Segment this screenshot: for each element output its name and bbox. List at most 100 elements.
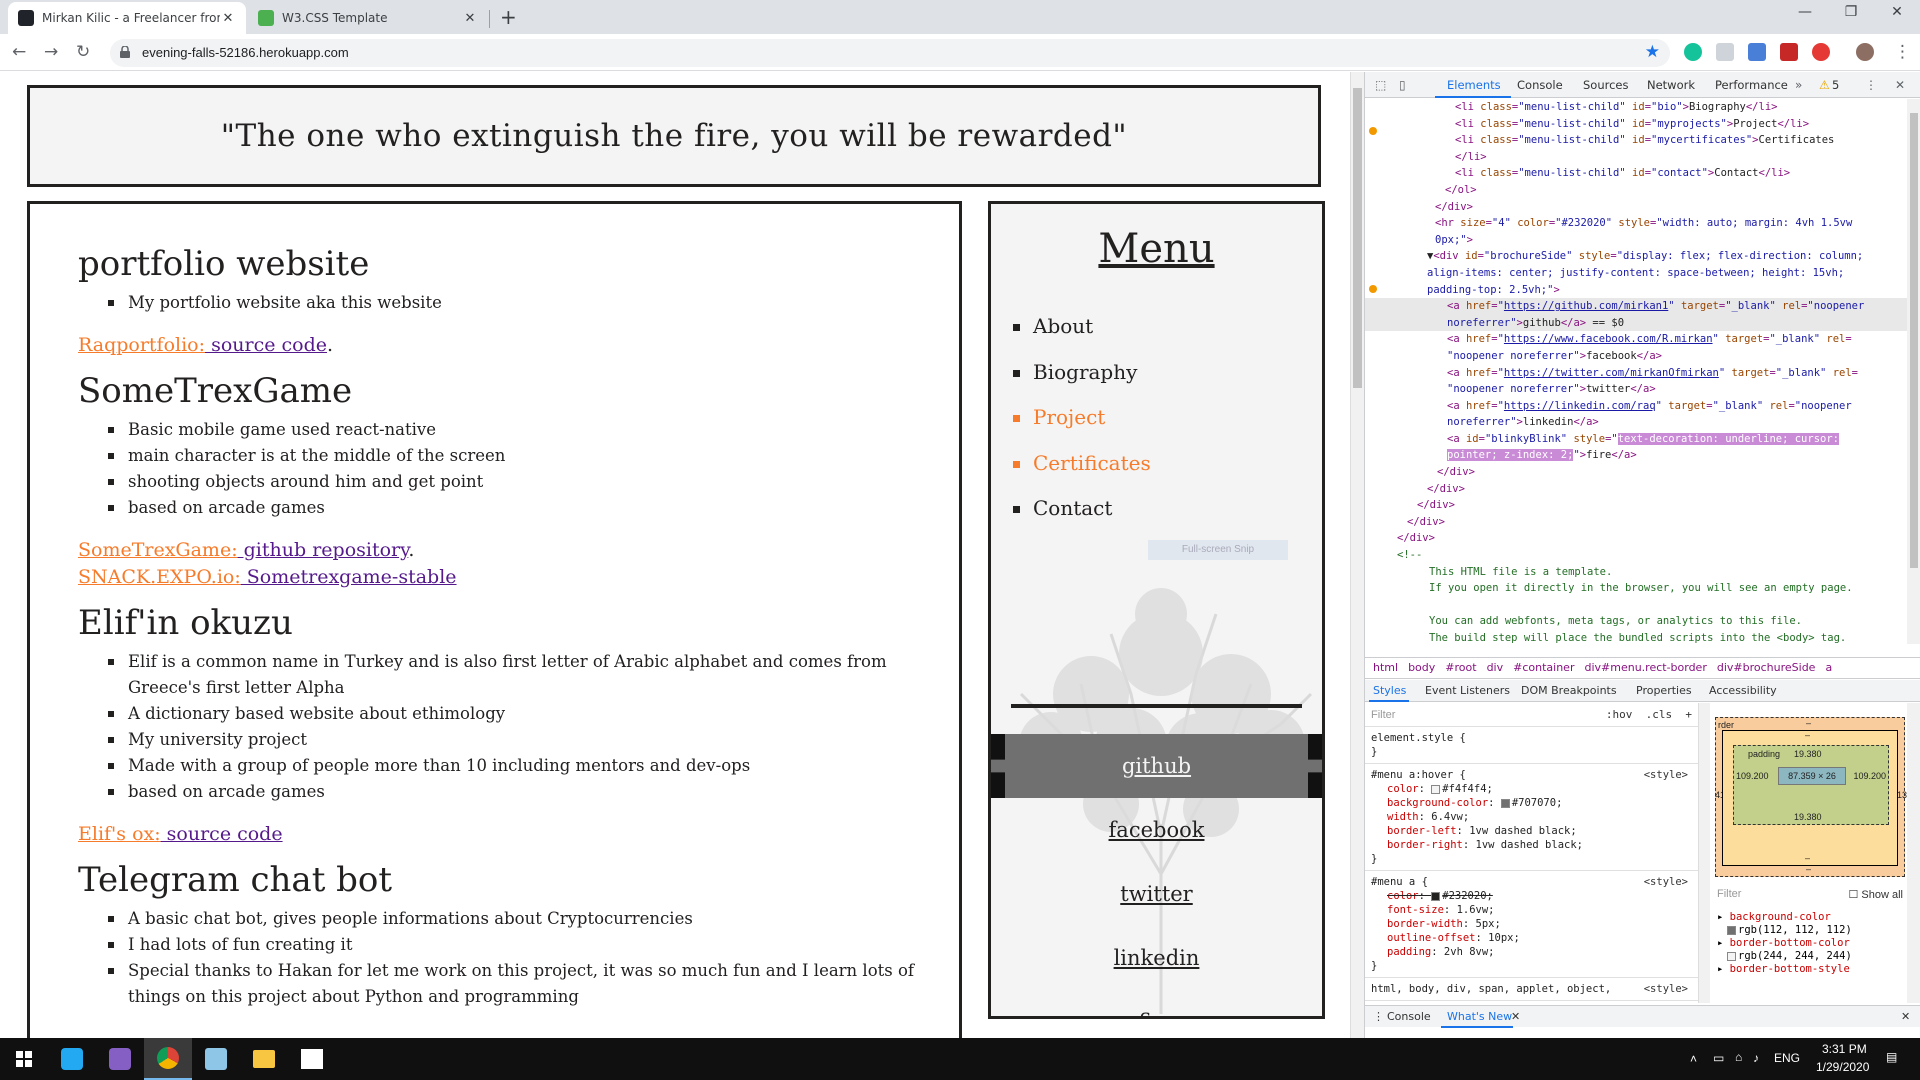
- rule-source[interactable]: <style>: [1644, 982, 1688, 996]
- scroll-thumb[interactable]: [1353, 88, 1362, 388]
- menu-item-certificates[interactable]: Certificates: [1013, 441, 1151, 487]
- subtab-dom-breakpoints[interactable]: DOM Breakpoints: [1521, 684, 1617, 697]
- css-property[interactable]: color: #f4f4f4;: [1371, 782, 1692, 796]
- computed-scrollbar[interactable]: [1907, 703, 1920, 1003]
- dom-line[interactable]: If you open it directly in the browser, …: [1365, 580, 1907, 597]
- hov-toggle[interactable]: :hov: [1606, 708, 1633, 721]
- dom-line[interactable]: 0px;">: [1365, 232, 1907, 249]
- color-swatch[interactable]: [1431, 784, 1441, 794]
- expand-arrow-icon[interactable]: ▸: [1717, 963, 1730, 975]
- breadcrumb-item[interactable]: body: [1408, 661, 1435, 674]
- network-icon[interactable]: ⌂: [1735, 1050, 1742, 1064]
- tab-elements[interactable]: Elements: [1447, 78, 1501, 92]
- clock-date[interactable]: 1/29/2020: [1816, 1060, 1869, 1074]
- show-all-checkbox[interactable]: ☐ Show all: [1849, 888, 1904, 901]
- inherited-rule[interactable]: html, body, div, span, applet, object, <…: [1365, 978, 1698, 1001]
- dom-tree-scrollbar[interactable]: [1907, 99, 1920, 644]
- restore-icon[interactable]: ❐: [1828, 4, 1874, 20]
- forward-icon[interactable]: →: [44, 42, 58, 62]
- styles-filter[interactable]: Filter :hov .cls +: [1365, 703, 1698, 727]
- box-model-margin[interactable]: rder 41 13 – – – – padding 19.380 109.20…: [1715, 717, 1907, 877]
- close-icon[interactable]: ✕: [462, 11, 478, 26]
- bookmark-star-icon[interactable]: ★: [1645, 42, 1660, 62]
- warning-icon[interactable]: ⚠: [1819, 78, 1830, 92]
- breadcrumb-item[interactable]: #container: [1513, 661, 1574, 674]
- breadcrumb-item[interactable]: div#brochureSide: [1717, 661, 1816, 674]
- project-link-prefix[interactable]: SNACK.EXPO.io:: [78, 566, 241, 588]
- tab-mirkan[interactable]: Mirkan Kilic - a Freelancer from I ✕: [8, 2, 246, 34]
- subtab-event-listeners[interactable]: Event Listeners: [1425, 684, 1510, 697]
- dom-line[interactable]: <a href="https://www.facebook.com/R.mirk…: [1365, 331, 1907, 348]
- avatar[interactable]: [1856, 43, 1874, 61]
- file-explorer-app[interactable]: [240, 1038, 288, 1080]
- breadcrumb-item[interactable]: a: [1825, 661, 1832, 674]
- breadcrumb-item[interactable]: #root: [1445, 661, 1476, 674]
- social-link-github[interactable]: github: [991, 734, 1322, 798]
- css-property[interactable]: padding: 2vh 8vw;: [1371, 945, 1692, 959]
- dom-line[interactable]: <a href="https://linkedin.com/raq" targe…: [1365, 398, 1907, 415]
- dom-line[interactable]: </div>: [1365, 497, 1907, 514]
- dom-line[interactable]: ▼<div id="brochureSide" style="display: …: [1365, 248, 1907, 265]
- styles-scrollbar[interactable]: [1698, 703, 1710, 1003]
- minimize-icon[interactable]: —: [1782, 4, 1828, 20]
- tab-console[interactable]: Console: [1517, 78, 1563, 92]
- css-property[interactable]: border-right: 1vw dashed black;: [1371, 838, 1692, 852]
- terminal-app[interactable]: [192, 1038, 240, 1080]
- dom-line[interactable]: You can add webfonts, meta tags, or anal…: [1365, 613, 1907, 630]
- subtab-properties[interactable]: Properties: [1636, 684, 1692, 697]
- rule-source[interactable]: <style>: [1644, 768, 1688, 782]
- vscode-app[interactable]: [48, 1038, 96, 1080]
- menu-item-about[interactable]: About: [1013, 304, 1151, 350]
- dom-line[interactable]: noreferrer">linkedin</a>: [1365, 414, 1907, 431]
- subtab-styles[interactable]: Styles: [1373, 684, 1406, 697]
- reload-icon[interactable]: ↻: [76, 42, 90, 62]
- cls-toggle[interactable]: .cls: [1646, 708, 1673, 721]
- shield-icon[interactable]: [1716, 43, 1734, 61]
- dom-line[interactable]: pointer; z-index: 2;">fire</a>: [1365, 447, 1907, 464]
- visual-studio-app[interactable]: [96, 1038, 144, 1080]
- project-link-prefix[interactable]: Raqportfolio:: [78, 334, 205, 356]
- box-model-border[interactable]: – – padding 19.380 109.200 109.200 19.38…: [1722, 730, 1898, 866]
- close-icon[interactable]: ✕: [1511, 1010, 1520, 1023]
- chrome-app[interactable]: [144, 1038, 192, 1080]
- project-link-prefix[interactable]: Elif's ox:: [78, 823, 161, 845]
- dom-line-selected[interactable]: <a href="https://github.com/mirkan1" tar…: [1365, 298, 1907, 315]
- menu-item-contact[interactable]: Contact: [1013, 486, 1151, 532]
- dom-tree[interactable]: <li class="menu-list-child" id="bio">Bio…: [1365, 99, 1907, 644]
- element-style-rule[interactable]: element.style { }: [1365, 727, 1698, 764]
- drawer-tab-whats-new[interactable]: What's New: [1447, 1010, 1512, 1023]
- rule-source[interactable]: <style>: [1644, 875, 1688, 889]
- devtools-close-icon[interactable]: ✕: [1895, 78, 1905, 92]
- close-icon[interactable]: ✕: [220, 11, 236, 26]
- devtools-menu-icon[interactable]: ⋮: [1865, 78, 1877, 92]
- drawer-close-icon[interactable]: ✕: [1901, 1010, 1910, 1023]
- computed-property[interactable]: ▸ border-bottom-style: [1717, 963, 1903, 976]
- dom-line[interactable]: </ol>: [1365, 182, 1907, 199]
- dom-line[interactable]: <li class="menu-list-child" id="mycertif…: [1365, 132, 1907, 149]
- notifications-icon[interactable]: ▤: [1886, 1050, 1897, 1064]
- expand-arrow-icon[interactable]: ▸: [1717, 937, 1730, 949]
- dom-line[interactable]: <li class="menu-list-child" id="contact"…: [1365, 165, 1907, 182]
- project-link[interactable]: source code: [161, 823, 283, 845]
- language-indicator[interactable]: ENG: [1774, 1051, 1800, 1065]
- dom-line[interactable]: <li class="menu-list-child" id="bio">Bio…: [1365, 99, 1907, 116]
- battery-icon[interactable]: ▭: [1713, 1051, 1724, 1065]
- dom-line[interactable]: </div>: [1365, 199, 1907, 216]
- css-property[interactable]: font-size: 1.6vw;: [1371, 903, 1692, 917]
- computed-property[interactable]: ▸ background-color: [1717, 911, 1903, 924]
- hover-style-rule[interactable]: <style> #menu a:hover { color: #f4f4f4; b…: [1365, 764, 1698, 871]
- breadcrumb-item[interactable]: div#menu.rect-border: [1584, 661, 1706, 674]
- breadcrumb-item[interactable]: html: [1373, 661, 1398, 674]
- more-tabs-icon[interactable]: »: [1795, 78, 1802, 92]
- computed-property[interactable]: ▸ border-bottom-color: [1717, 937, 1903, 950]
- dom-line[interactable]: [1365, 597, 1907, 614]
- dom-line[interactable]: This HTML file is a template.: [1365, 564, 1907, 581]
- dom-line[interactable]: <hr size="4" color="#232020" style="widt…: [1365, 215, 1907, 232]
- box-model-padding[interactable]: padding 19.380 109.200 109.200 19.380 87…: [1733, 745, 1889, 825]
- scroll-thumb[interactable]: [1910, 113, 1918, 568]
- extension-icon[interactable]: [1780, 43, 1798, 61]
- css-property[interactable]: width: 6.4vw;: [1371, 810, 1692, 824]
- drawer-tab-console[interactable]: Console: [1387, 1010, 1431, 1023]
- menu-item-project[interactable]: Project: [1013, 395, 1151, 441]
- inspect-element-icon[interactable]: ⬚: [1375, 78, 1386, 92]
